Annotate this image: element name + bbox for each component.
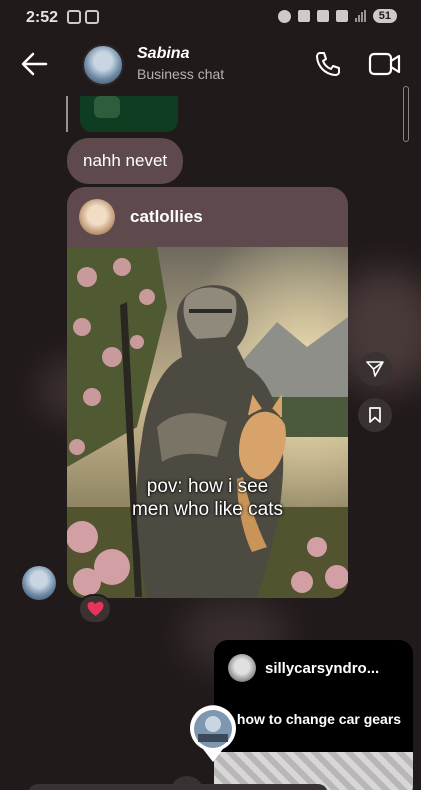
post-author-avatar[interactable] <box>79 199 115 235</box>
reels-icon <box>94 96 120 118</box>
post-author-username[interactable]: catlollies <box>130 207 203 227</box>
post-caption-line: pov: how i see <box>146 476 269 497</box>
share-button[interactable] <box>358 352 392 386</box>
message-bubble[interactable]: nahh nevet <box>67 138 184 184</box>
gmail-icon <box>85 10 99 24</box>
contact-subtitle: Business chat <box>137 66 225 82</box>
phone-call-icon[interactable] <box>314 50 342 78</box>
status-notification-icons <box>67 10 99 24</box>
status-system-icons: 51 <box>277 9 397 23</box>
status-bar: 2:52 51 <box>0 0 421 36</box>
heart-icon <box>87 601 104 616</box>
post-caption: pov: how i see men who like cats <box>67 475 348 521</box>
reel-author-username[interactable]: sillycarsyndro... <box>265 660 379 677</box>
back-arrow-icon[interactable] <box>18 48 50 80</box>
battery-icon: 51 <box>372 9 397 23</box>
mute-icon <box>316 10 329 22</box>
message-input-bar[interactable] <box>28 784 328 790</box>
post-header[interactable]: catlollies <box>67 187 348 247</box>
contact-avatar[interactable] <box>82 44 124 86</box>
video-call-icon[interactable] <box>368 50 402 78</box>
scrollbar[interactable] <box>403 86 409 142</box>
contact-name[interactable]: Sabina <box>137 45 189 63</box>
save-button[interactable] <box>358 398 392 432</box>
reel-caption: how to change car gears <box>236 711 402 727</box>
reaction-badge[interactable] <box>78 594 112 624</box>
post-image[interactable] <box>67 247 348 598</box>
post-caption-line: men who like cats <box>131 499 283 520</box>
bookmark-icon <box>369 407 381 423</box>
dnd-icon <box>277 9 291 23</box>
chat-header: Sabina Business chat <box>0 36 421 94</box>
previous-reel-card[interactable] <box>80 96 178 132</box>
reply-line <box>66 96 68 132</box>
signal-icon <box>354 10 366 22</box>
shared-reel-card[interactable]: sillycarsyndro... how to change car gear… <box>214 640 413 790</box>
reel-author-avatar[interactable] <box>228 654 256 682</box>
sender-avatar[interactable] <box>22 566 56 600</box>
wifi-icon <box>335 10 348 22</box>
send-icon <box>366 361 384 377</box>
status-time: 2:52 <box>26 9 59 26</box>
app-icon <box>297 10 310 22</box>
screenshot-icon <box>67 10 81 24</box>
map-pin-avatar[interactable] <box>188 704 238 764</box>
shared-post-card[interactable]: catlollies pov: how i see men who like c… <box>67 187 348 598</box>
